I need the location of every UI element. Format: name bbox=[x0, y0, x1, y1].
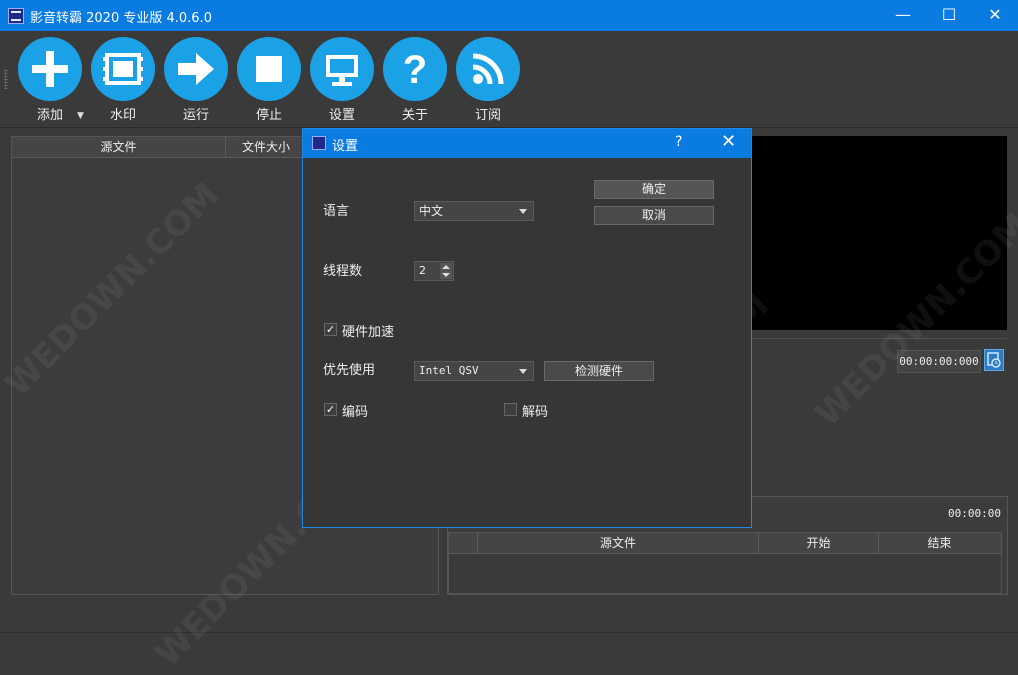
svg-text:?: ? bbox=[403, 48, 427, 92]
cancel-button[interactable]: 取消 bbox=[594, 206, 714, 225]
stop-button[interactable]: 停止 bbox=[236, 37, 302, 125]
dialog-app-icon bbox=[312, 136, 326, 150]
watermark-label: 水印 bbox=[109, 108, 136, 123]
dialog-title: 设置 bbox=[332, 139, 359, 154]
column-file-size[interactable]: 文件大小 bbox=[226, 137, 307, 157]
encode-checkbox[interactable]: ✓ bbox=[324, 403, 337, 416]
watermark-button[interactable]: 水印 bbox=[90, 37, 156, 125]
add-button[interactable]: 添加 bbox=[17, 37, 83, 125]
run-label: 运行 bbox=[182, 108, 209, 123]
add-dropdown-arrow[interactable]: ▼ bbox=[77, 111, 84, 121]
minimize-button[interactable]: — bbox=[880, 0, 926, 31]
film-icon bbox=[91, 37, 155, 101]
decode-label: 解码 bbox=[522, 405, 549, 420]
decode-checkbox[interactable] bbox=[504, 403, 517, 416]
monitor-icon bbox=[310, 37, 374, 101]
title-bar: 影音转霸 2020 专业版 4.0.6.0 — ☐ ✕ bbox=[0, 0, 1018, 31]
spin-up-icon[interactable] bbox=[440, 263, 452, 271]
arrow-right-icon bbox=[164, 37, 228, 101]
chevron-down-icon bbox=[519, 369, 527, 374]
chevron-down-icon bbox=[519, 209, 527, 214]
dialog-close-button[interactable]: ✕ bbox=[721, 131, 736, 152]
settings-button[interactable]: 设置 bbox=[309, 37, 375, 125]
settings-label: 设置 bbox=[328, 108, 355, 123]
column-index bbox=[449, 533, 478, 553]
rss-icon bbox=[456, 37, 520, 101]
plus-icon bbox=[18, 37, 82, 101]
about-button[interactable]: ? 关于 bbox=[382, 37, 448, 125]
column-start[interactable]: 开始 bbox=[759, 533, 879, 553]
prefer-select[interactable]: Intel QSV bbox=[414, 361, 534, 381]
threads-value: 2 bbox=[419, 264, 426, 277]
maximize-button[interactable]: ☐ bbox=[926, 0, 972, 31]
column-end[interactable]: 结束 bbox=[879, 533, 1000, 553]
threads-stepper[interactable]: 2 bbox=[414, 261, 454, 281]
segment-table[interactable]: 源文件 开始 结束 bbox=[448, 532, 1002, 594]
close-button[interactable]: ✕ bbox=[972, 0, 1018, 31]
segment-time: 00:00:00 bbox=[948, 507, 1001, 520]
question-icon: ? bbox=[383, 37, 447, 101]
hw-accel-label: 硬件加速 bbox=[342, 325, 395, 340]
column-segment-source[interactable]: 源文件 bbox=[478, 533, 759, 553]
clock-icon[interactable] bbox=[984, 349, 1004, 371]
spin-down-icon[interactable] bbox=[440, 271, 452, 279]
hw-accel-checkbox[interactable]: ✓ bbox=[324, 323, 337, 336]
stop-label: 停止 bbox=[255, 108, 282, 123]
run-button[interactable]: 运行 bbox=[163, 37, 229, 125]
help-button[interactable]: ? bbox=[675, 134, 682, 150]
column-source-file[interactable]: 源文件 bbox=[12, 137, 226, 157]
window-title: 影音转霸 2020 专业版 4.0.6.0 bbox=[30, 11, 212, 26]
detect-hardware-button[interactable]: 检测硬件 bbox=[544, 361, 654, 381]
subscribe-button[interactable]: 订阅 bbox=[455, 37, 521, 125]
segment-table-header: 源文件 开始 结束 bbox=[449, 533, 1001, 554]
encode-label: 编码 bbox=[342, 405, 369, 420]
subscribe-label: 订阅 bbox=[474, 108, 501, 123]
settings-dialog: 设置 ? ✕ 确定 取消 语言 中文 线程数 2 ✓ 硬件加速 优先使用 Int… bbox=[302, 128, 752, 528]
threads-label: 线程数 bbox=[323, 264, 363, 279]
dialog-title-bar[interactable]: 设置 ? ✕ bbox=[303, 129, 751, 158]
add-label: 添加 bbox=[36, 108, 63, 123]
prefer-value: Intel QSV bbox=[419, 364, 479, 377]
stop-icon bbox=[237, 37, 301, 101]
ok-button[interactable]: 确定 bbox=[594, 180, 714, 199]
language-select[interactable]: 中文 bbox=[414, 201, 534, 221]
prefer-label: 优先使用 bbox=[323, 363, 376, 378]
about-label: 关于 bbox=[401, 108, 428, 123]
toolbar-grip[interactable] bbox=[4, 69, 8, 89]
app-icon bbox=[8, 8, 24, 24]
language-value: 中文 bbox=[419, 204, 444, 218]
language-label: 语言 bbox=[323, 204, 350, 219]
toolbar: 添加 ▼ 水印 运行 停止 设置 ? 关于 订阅 bbox=[0, 31, 1018, 128]
